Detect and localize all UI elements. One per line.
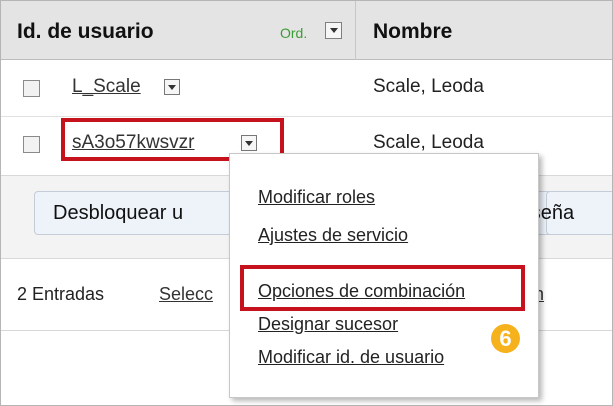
menu-item-modify-roles[interactable]: Modificar roles (258, 187, 375, 208)
column-divider (355, 1, 356, 59)
user-id-link[interactable]: L_Scale (72, 76, 141, 98)
row-checkbox[interactable] (23, 80, 40, 97)
sort-label[interactable]: Ord. (280, 25, 307, 41)
menu-divider (243, 254, 525, 255)
unlock-button-label: Desbloquear u (53, 202, 184, 224)
row-checkbox[interactable] (23, 136, 40, 153)
reset-password-button[interactable]: raseña (513, 191, 612, 235)
table-row: L_Scale Scale, Leoda (1, 60, 612, 117)
user-menu-dropdown-icon[interactable] (164, 79, 180, 95)
select-link[interactable]: Selecc (159, 284, 213, 305)
sort-dropdown-icon[interactable] (325, 22, 342, 39)
menu-item-service-settings[interactable]: Ajustes de servicio (258, 225, 408, 246)
menu-item-modify-user-id[interactable]: Modificar id. de usuario (258, 347, 444, 368)
menu-item-designate-successor[interactable]: Designar sucesor (258, 314, 398, 335)
column-header-user-id[interactable]: Id. de usuario (17, 20, 154, 44)
highlight-merge-options (240, 265, 525, 311)
step-callout-badge: 6 (491, 324, 520, 353)
user-name: Scale, Leoda (373, 132, 484, 153)
entries-count: 2 Entradas (17, 284, 105, 304)
table-header: Id. de usuario Ord. Nombre (1, 1, 612, 60)
user-name: Scale, Leoda (373, 76, 484, 97)
column-header-name[interactable]: Nombre (373, 20, 452, 44)
